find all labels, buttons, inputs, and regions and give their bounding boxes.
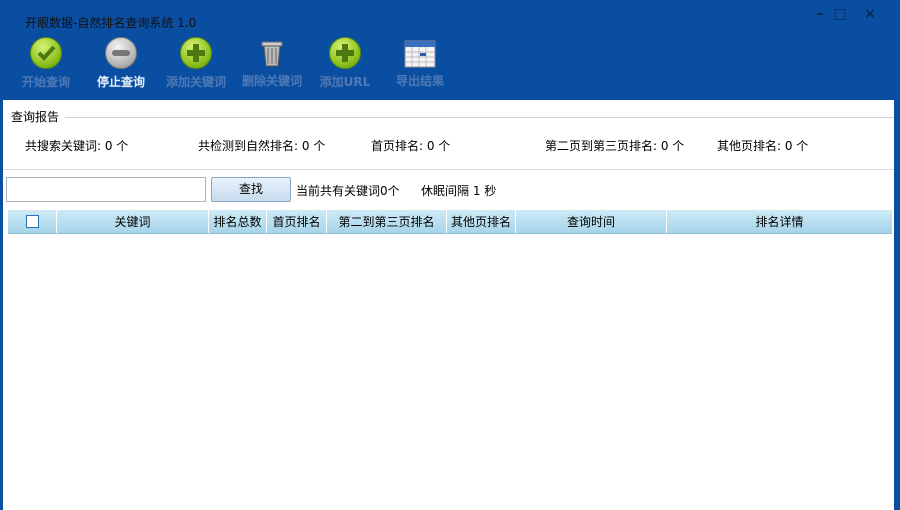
column-ranking-details[interactable]: 排名详情 <box>667 210 892 233</box>
stop-query-button[interactable]: 停止查询 <box>86 36 156 90</box>
column-other-pages[interactable]: 其他页排名 <box>447 210 516 233</box>
stat-page-two-three: 第二页到第三页排名: 0 个 <box>545 139 685 153</box>
report-title: 查询报告 <box>11 110 60 124</box>
window-title: 开眼数据-自然排名查询系统 1.0 <box>25 16 197 30</box>
add-keyword-label: 添加关键词 <box>165 75 226 89</box>
sleep-interval: 休眠间隔 1 秒 <box>421 184 497 198</box>
add-url-button[interactable]: 添加URL <box>310 36 380 90</box>
stat-total-keywords: 共搜索关键词: 0 个 <box>25 139 129 153</box>
close-button[interactable]: × <box>860 6 880 24</box>
column-keyword[interactable]: 关键词 <box>57 210 209 233</box>
divider <box>3 169 894 170</box>
select-all-checkbox[interactable] <box>8 210 57 233</box>
stat-first-page: 首页排名: 0 个 <box>371 139 451 153</box>
maximize-button[interactable]: □ <box>830 6 850 24</box>
stat-other-pages: 其他页排名: 0 个 <box>717 139 809 153</box>
add-url-label: 添加URL <box>319 75 371 89</box>
column-total-rankings[interactable]: 排名总数 <box>209 210 267 233</box>
main-panel: 查询报告 共搜索关键词: 0 个 共检测到自然排名: 0 个 首页排名: 0 个… <box>3 100 894 510</box>
plus-icon <box>179 37 213 71</box>
delete-keyword-label: 删除关键词 <box>241 74 302 88</box>
delete-keyword-button[interactable]: 删除关键词 <box>237 36 307 89</box>
calendar-icon <box>403 36 437 70</box>
plus-icon <box>328 37 362 71</box>
minimize-button[interactable]: – <box>810 6 830 24</box>
table-header: 关键词 排名总数 首页排名 第二到第三页排名 其他页排名 查询时间 排名详情 <box>8 210 892 234</box>
start-query-button[interactable]: 开始查询 <box>11 36 81 90</box>
export-results-label: 导出结果 <box>395 74 444 88</box>
add-keyword-button[interactable]: 添加关键词 <box>161 36 231 90</box>
check-icon <box>29 37 63 71</box>
divider <box>65 117 894 118</box>
export-results-button[interactable]: 导出结果 <box>385 36 455 89</box>
keyword-count: 当前共有关键词0个 <box>296 184 400 198</box>
column-first-page[interactable]: 首页排名 <box>267 210 327 233</box>
search-input[interactable] <box>6 177 206 202</box>
column-query-time[interactable]: 查询时间 <box>516 210 667 233</box>
column-page-two-three[interactable]: 第二到第三页排名 <box>327 210 447 233</box>
find-button[interactable]: 查找 <box>211 177 291 202</box>
stat-natural-rankings: 共检测到自然排名: 0 个 <box>198 139 326 153</box>
minus-icon <box>104 37 138 71</box>
trash-icon <box>255 36 289 70</box>
stop-query-label: 停止查询 <box>96 75 145 89</box>
start-query-label: 开始查询 <box>21 75 70 89</box>
